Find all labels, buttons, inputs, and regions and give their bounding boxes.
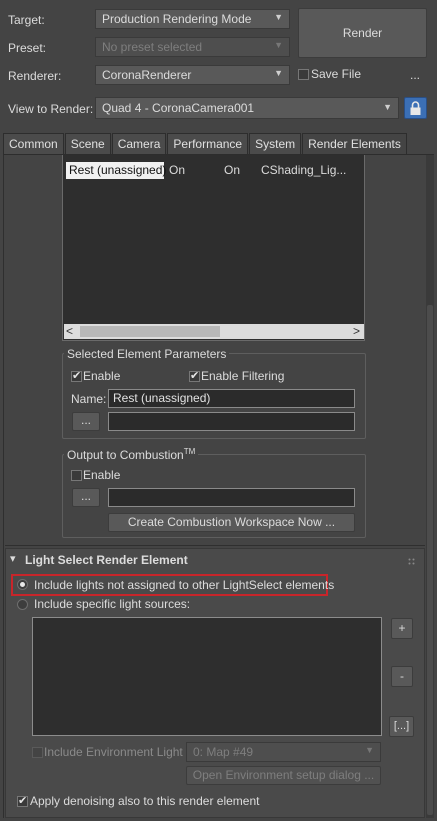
render-elements-list[interactable]: Rest (unassigned) On On CShading_Lig... … [62, 155, 365, 341]
ellipsis-button[interactable]: ... [410, 68, 420, 82]
view-to-render-dropdown[interactable]: Quad 4 - CoronaCamera001 ▼ [95, 97, 399, 119]
element-enable-checkbox[interactable] [71, 369, 82, 382]
include-environment-light-checkbox[interactable] [32, 747, 43, 758]
element-name-field[interactable]: Rest (unassigned) [108, 389, 355, 408]
combustion-enable-checkbox[interactable] [71, 470, 82, 481]
apply-denoising-checkbox[interactable] [17, 794, 28, 807]
light-select-title[interactable]: Light Select Render Element [25, 553, 188, 567]
target-label: Target: [8, 13, 45, 27]
rollout-collapse-icon[interactable]: ▾ [10, 552, 16, 565]
view-to-render-label: View to Render: [8, 102, 94, 116]
add-light-button[interactable]: + [391, 618, 413, 639]
pick-lights-button[interactable]: [...] [389, 716, 414, 737]
list-item-type: CShading_Lig... [261, 163, 347, 177]
environment-map-dropdown[interactable]: 0: Map #49 ▼ [186, 742, 381, 762]
save-file-label: Save File [311, 67, 362, 81]
panel-left-border [3, 155, 4, 818]
light-sources-list[interactable] [32, 617, 382, 736]
list-item-filter: On [224, 163, 241, 177]
element-path-browse-button[interactable]: ... [72, 412, 100, 431]
renderer-label: Renderer: [8, 69, 62, 83]
panel-scrollbar-thumb[interactable] [427, 305, 433, 815]
preset-value: No preset selected [102, 40, 203, 54]
include-unassigned-radio[interactable] [17, 579, 28, 590]
panel-scrollbar[interactable] [426, 155, 434, 818]
create-combustion-workspace-button[interactable]: Create Combustion Workspace Now ... [108, 513, 355, 532]
open-environment-setup-button[interactable]: Open Environment setup dialog ... [186, 766, 381, 785]
combustion-path-field[interactable] [108, 488, 355, 507]
grip-dots-icon [408, 558, 415, 565]
view-to-render-value: Quad 4 - CoronaCamera001 [102, 101, 255, 115]
tab-system[interactable]: System [249, 133, 302, 154]
target-value: Production Rendering Mode [102, 12, 252, 26]
include-environment-light-label: Include Environment Light [44, 745, 183, 759]
tab-camera[interactable]: Camera [111, 133, 167, 154]
scroll-left-arrow[interactable]: < [66, 324, 73, 338]
list-item-enabled: On [169, 163, 186, 177]
tab-scene[interactable]: Scene [64, 133, 111, 154]
render-button[interactable]: Render [298, 8, 427, 58]
element-path-field[interactable] [108, 412, 355, 431]
apply-denoising-label: Apply denoising also to this render elem… [30, 794, 260, 808]
chevron-down-icon: ▼ [274, 40, 283, 50]
output-to-combustion-title: Output to CombustionTM [64, 447, 199, 462]
remove-light-button[interactable]: - [391, 666, 413, 687]
target-dropdown[interactable]: Production Rendering Mode ▼ [95, 9, 290, 29]
enable-filtering-checkbox[interactable] [189, 369, 200, 382]
renderer-dropdown[interactable]: CoronaRenderer ▼ [95, 65, 290, 85]
preset-label: Preset: [8, 41, 47, 55]
combustion-enable-label: Enable [83, 468, 121, 482]
include-specific-radio[interactable] [17, 599, 28, 610]
element-name-label: Name: [71, 392, 107, 406]
lock-icon [410, 101, 421, 115]
list-item-name[interactable]: Rest (unassigned) [66, 162, 166, 179]
list-horizontal-scrollbar[interactable]: < > [64, 324, 364, 339]
selected-element-parameters-title: Selected Element Parameters [64, 347, 230, 361]
chevron-down-icon: ▼ [274, 68, 283, 78]
rollout-divider [5, 545, 425, 546]
tab-performance[interactable]: Performance [167, 133, 249, 154]
scroll-right-arrow[interactable]: > [353, 324, 360, 338]
tab-bar: Common Scene Camera Performance System R… [3, 133, 408, 155]
include-unassigned-label: Include lights not assigned to other Lig… [34, 578, 335, 592]
save-file-checkbox[interactable] [298, 69, 309, 80]
chevron-down-icon: ▼ [274, 12, 283, 22]
element-enable-label: Enable [83, 369, 121, 383]
tab-render-elements[interactable]: Render Elements [302, 133, 407, 155]
tab-common[interactable]: Common [3, 133, 64, 154]
include-specific-label: Include specific light sources: [34, 597, 191, 611]
preset-dropdown[interactable]: No preset selected ▼ [95, 37, 290, 57]
trademark-superscript: TM [183, 447, 196, 456]
chevron-down-icon: ▼ [365, 745, 374, 755]
rollout-grip-icon[interactable] [408, 554, 415, 565]
environment-map-value: 0: Map #49 [193, 745, 254, 759]
output-to-combustion-title-text: Output to Combustion [67, 448, 184, 462]
combustion-browse-button[interactable]: ... [72, 488, 100, 507]
scroll-thumb[interactable] [80, 326, 220, 337]
lock-view-button[interactable] [404, 97, 427, 119]
chevron-down-icon: ▼ [383, 102, 392, 112]
renderer-value: CoronaRenderer [102, 68, 192, 82]
enable-filtering-label: Enable Filtering [201, 369, 285, 383]
